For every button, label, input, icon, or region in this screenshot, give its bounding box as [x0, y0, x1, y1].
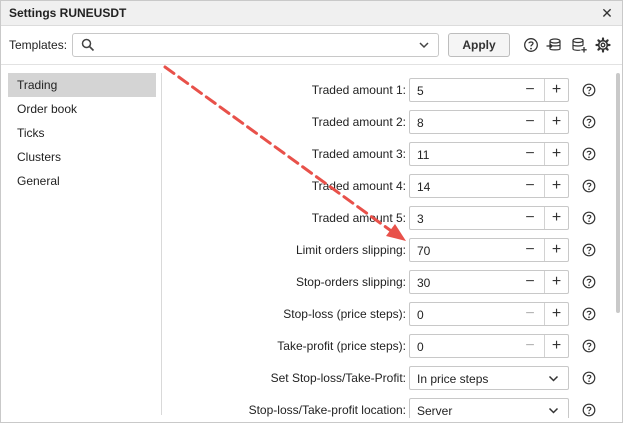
increment-button[interactable]: +	[544, 207, 568, 229]
gear-icon[interactable]	[595, 37, 611, 53]
traded-amount-2-stepper[interactable]: 8 − +	[409, 110, 569, 134]
templates-search-input[interactable]	[72, 33, 439, 57]
close-icon[interactable]: ✕	[598, 3, 616, 23]
field-label: Traded amount 5:	[311, 211, 406, 225]
field-label: Traded amount 2:	[311, 115, 406, 129]
help-icon[interactable]	[523, 37, 539, 53]
field-label: Limit orders slipping:	[295, 243, 406, 257]
stepper-value[interactable]: 11	[417, 148, 429, 162]
chevron-down-icon	[548, 375, 559, 382]
sl-tp-location-row: Stop-loss/Take-profit location: Server	[162, 394, 614, 418]
traded-amount-4-row: Traded amount 4: 14 − +	[162, 170, 614, 202]
traded-amount-4-stepper[interactable]: 14 − +	[409, 174, 569, 198]
sidebar-item-trading[interactable]: Trading	[8, 73, 156, 97]
stepper-value[interactable]: 8	[417, 116, 424, 130]
traded-amount-3-row: Traded amount 3: 11 − +	[162, 138, 614, 170]
traded-amount-3-stepper[interactable]: 11 − +	[409, 142, 569, 166]
window-title: Settings RUNEUSDT	[9, 6, 127, 20]
increment-button[interactable]: +	[544, 79, 568, 101]
increment-button[interactable]: +	[544, 175, 568, 197]
decrement-button[interactable]: −	[519, 271, 541, 293]
traded-amount-5-stepper[interactable]: 3 − +	[409, 206, 569, 230]
field-label: Set Stop-loss/Take-Profit:	[270, 371, 406, 385]
increment-button[interactable]: +	[544, 239, 568, 261]
stepper-value[interactable]: 0	[417, 308, 424, 322]
stepper-value[interactable]: 5	[417, 84, 424, 98]
help-icon[interactable]	[582, 179, 596, 193]
stepper-value[interactable]: 14	[417, 180, 430, 194]
help-icon[interactable]	[582, 83, 596, 97]
sidebar-item-order-book[interactable]: Order book	[8, 97, 156, 121]
field-label: Traded amount 4:	[311, 179, 406, 193]
help-icon[interactable]	[582, 243, 596, 257]
help-icon[interactable]	[582, 275, 596, 289]
field-label: Traded amount 3:	[311, 147, 406, 161]
sidebar-item-ticks[interactable]: Ticks	[8, 121, 156, 145]
traded-amount-2-row: Traded amount 2: 8 − +	[162, 106, 614, 138]
chevron-down-icon	[548, 407, 559, 414]
decrement-button[interactable]: −	[519, 143, 541, 165]
sidebar-item-clusters[interactable]: Clusters	[8, 145, 156, 169]
database-add-icon[interactable]	[571, 37, 587, 53]
field-label: Take-profit (price steps):	[277, 339, 406, 353]
limit-orders-slipping-row: Limit orders slipping: 70 − +	[162, 234, 614, 266]
templates-label: Templates:	[9, 38, 68, 52]
scrollbar-thumb[interactable]	[616, 73, 620, 313]
traded-amount-1-stepper[interactable]: 5 − +	[409, 78, 569, 102]
set-sl-tp-select[interactable]: In price steps	[409, 366, 569, 390]
field-label: Traded amount 1:	[311, 83, 406, 97]
help-icon[interactable]	[582, 147, 596, 161]
set-sl-tp-row: Set Stop-loss/Take-Profit: In price step…	[162, 362, 614, 394]
title-bar: Settings RUNEUSDT ✕	[1, 1, 622, 26]
decrement-button[interactable]: −	[519, 79, 541, 101]
search-icon	[81, 38, 95, 52]
increment-button[interactable]: +	[544, 303, 568, 325]
apply-button[interactable]: Apply	[448, 33, 510, 57]
stepper-value[interactable]: 70	[417, 244, 430, 258]
toolbar: Templates: Apply	[1, 27, 622, 65]
traded-amount-5-row: Traded amount 5: 3 − +	[162, 202, 614, 234]
sl-tp-location-select[interactable]: Server	[409, 398, 569, 418]
take-profit-stepper[interactable]: 0 − +	[409, 334, 569, 358]
sidebar-item-general[interactable]: General	[8, 169, 156, 193]
stop-orders-slipping-row: Stop-orders slipping: 30 − +	[162, 266, 614, 298]
stop-loss-stepper[interactable]: 0 − +	[409, 302, 569, 326]
limit-orders-slipping-stepper[interactable]: 70 − +	[409, 238, 569, 262]
trading-settings-form: Traded amount 1: 5 − + Traded amount 2: …	[162, 73, 614, 418]
select-value: Server	[417, 404, 453, 418]
form-scrollbar[interactable]	[616, 73, 620, 418]
help-icon[interactable]	[582, 115, 596, 129]
take-profit-row: Take-profit (price steps): 0 − +	[162, 330, 614, 362]
increment-button[interactable]: +	[544, 111, 568, 133]
help-icon[interactable]	[582, 339, 596, 353]
decrement-button[interactable]: −	[519, 239, 541, 261]
stepper-value[interactable]: 30	[417, 276, 430, 290]
decrement-button[interactable]: −	[519, 207, 541, 229]
field-label: Stop-loss (price steps):	[283, 307, 406, 321]
decrement-button[interactable]: −	[519, 335, 541, 357]
decrement-button[interactable]: −	[519, 303, 541, 325]
help-icon[interactable]	[582, 211, 596, 225]
stop-loss-row: Stop-loss (price steps): 0 − +	[162, 298, 614, 330]
help-icon[interactable]	[582, 307, 596, 321]
stop-orders-slipping-stepper[interactable]: 30 − +	[409, 270, 569, 294]
decrement-button[interactable]: −	[519, 175, 541, 197]
stepper-value[interactable]: 0	[417, 340, 424, 354]
field-label: Stop-loss/Take-profit location:	[248, 403, 406, 417]
select-value: In price steps	[417, 372, 489, 386]
template-list-icon[interactable]	[546, 37, 562, 53]
decrement-button[interactable]: −	[519, 111, 541, 133]
help-icon[interactable]	[582, 371, 596, 385]
traded-amount-1-row: Traded amount 1: 5 − +	[162, 74, 614, 106]
increment-button[interactable]: +	[544, 271, 568, 293]
stepper-value[interactable]: 3	[417, 212, 424, 226]
field-label: Stop-orders slipping:	[295, 275, 406, 289]
help-icon[interactable]	[582, 403, 596, 417]
settings-window: Settings RUNEUSDT ✕ Templates: Apply Tra…	[0, 0, 623, 423]
increment-button[interactable]: +	[544, 143, 568, 165]
increment-button[interactable]: +	[544, 335, 568, 357]
settings-sidebar: Trading Order book Ticks Clusters Genera…	[8, 73, 156, 193]
chevron-down-icon[interactable]	[418, 39, 430, 51]
